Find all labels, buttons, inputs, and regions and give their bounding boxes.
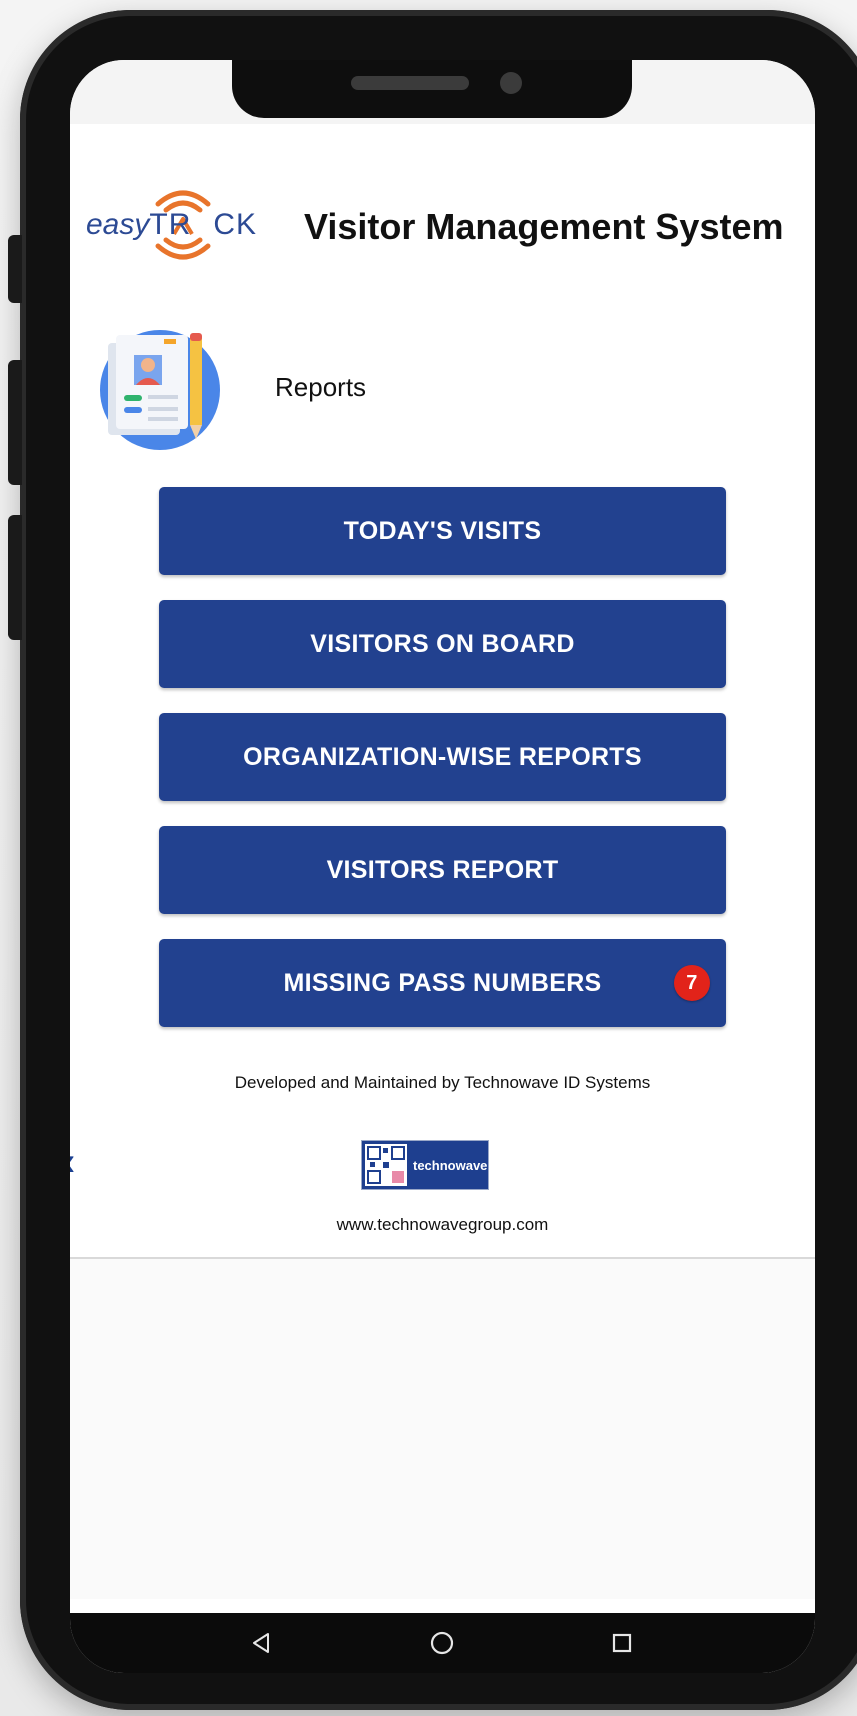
- button-label: VISITORS ON BOARD: [310, 629, 575, 658]
- empty-area: [70, 1259, 815, 1599]
- side-button-mute: [8, 235, 22, 303]
- speaker-grille: [351, 76, 469, 90]
- technowave-logo: technowave: [361, 1140, 489, 1190]
- button-label: VISITORS REPORT: [326, 855, 559, 884]
- count-badge: 7: [674, 965, 710, 1001]
- button-label: MISSING PASS NUMBERS: [283, 968, 602, 997]
- triangle-back-icon[interactable]: [241, 1623, 281, 1663]
- website-link[interactable]: www.technowavegroup.com: [70, 1215, 815, 1235]
- page-title: Visitor Management System: [304, 206, 784, 247]
- notch: [232, 60, 632, 118]
- side-button-volume-down: [8, 515, 22, 640]
- visitors-on-board-button[interactable]: VISITORS ON BOARD: [159, 600, 726, 688]
- button-label: ORGANIZATION-WISE REPORTS: [243, 742, 642, 771]
- chevron-left-icon[interactable]: ‹: [70, 1140, 75, 1185]
- app-header: easyTR CK Visitor Management System: [70, 170, 815, 280]
- logo-wordmark: easyTR CK: [86, 208, 258, 241]
- reports-menu: TODAY'S VISITS VISITORS ON BOARD ORGANIZ…: [159, 487, 726, 1052]
- android-navigation-bar: [70, 1613, 815, 1673]
- report-document-icon: [100, 330, 220, 450]
- missing-pass-numbers-button[interactable]: MISSING PASS NUMBERS 7: [159, 939, 726, 1027]
- developer-credit: Developed and Maintained by Technowave I…: [234, 1073, 651, 1092]
- visitors-report-button[interactable]: VISITORS REPORT: [159, 826, 726, 914]
- section-title: Reports: [275, 372, 367, 402]
- todays-visits-button[interactable]: TODAY'S VISITS: [159, 487, 726, 575]
- qr-code-icon: [365, 1144, 407, 1186]
- square-recents-icon[interactable]: [602, 1623, 642, 1663]
- button-label: TODAY'S VISITS: [343, 516, 542, 545]
- side-button-volume-up: [8, 360, 22, 485]
- phone-screen: easyTR CK Visitor Management System Repor…: [70, 60, 815, 1673]
- organization-wise-reports-button[interactable]: ORGANIZATION-WISE REPORTS: [159, 713, 726, 801]
- easytrack-logo: easyTR CK: [86, 170, 266, 280]
- circle-home-icon[interactable]: [422, 1623, 462, 1663]
- reports-section-header: Reports: [98, 325, 698, 455]
- company-logo-text: technowave: [413, 1157, 488, 1173]
- front-camera: [500, 72, 522, 94]
